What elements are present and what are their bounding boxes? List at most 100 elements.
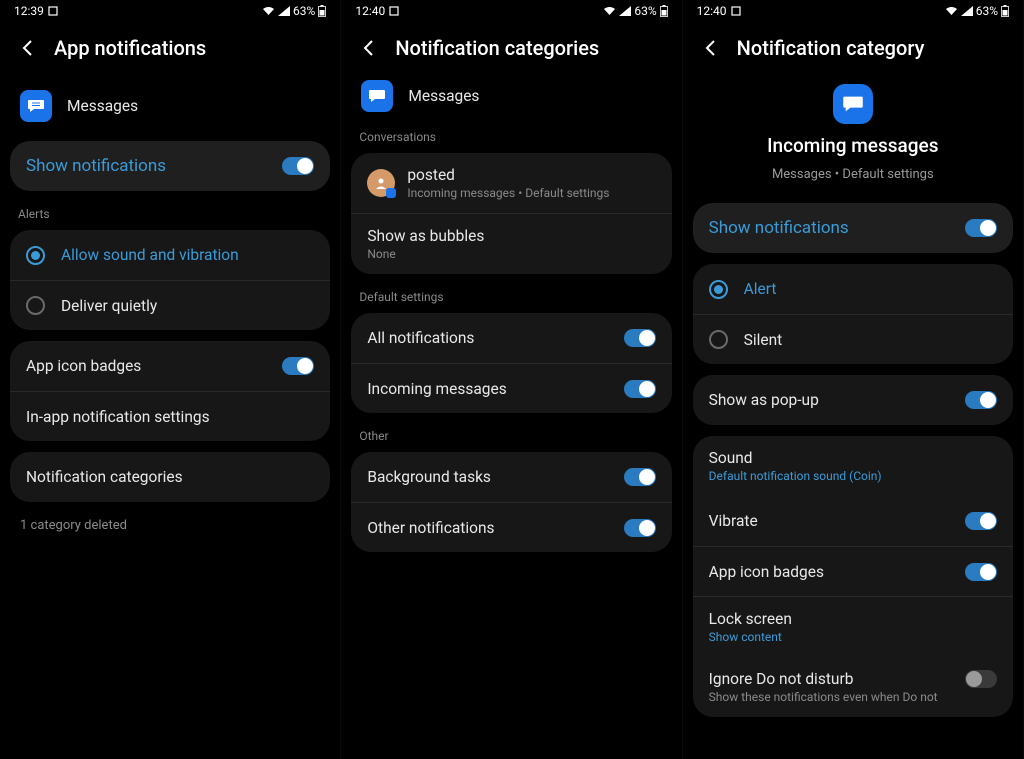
categories-card: Notification categories — [10, 452, 330, 502]
ignore-dnd-sub: Show these notifications even when Do no… — [709, 690, 965, 704]
background-tasks-row[interactable]: Background tasks — [351, 452, 671, 502]
alerts-card: Allow sound and vibration Deliver quietl… — [10, 230, 330, 330]
battery-percent: 63% — [634, 4, 656, 18]
show-bubbles-row[interactable]: Show as bubbles None — [351, 213, 671, 274]
signal-icon — [278, 6, 290, 16]
show-notifications-row[interactable]: Show notifications — [693, 203, 1013, 253]
allow-sound-label: Allow sound and vibration — [61, 246, 314, 264]
header: Notification category — [683, 22, 1023, 66]
wifi-icon — [603, 6, 616, 16]
incoming-messages-toggle[interactable] — [624, 380, 656, 398]
messages-app-icon — [20, 90, 52, 122]
background-tasks-label: Background tasks — [367, 468, 491, 486]
back-icon[interactable] — [359, 38, 379, 58]
show-notifications-toggle[interactable] — [282, 157, 314, 175]
signal-icon — [961, 6, 973, 16]
in-app-settings-label: In-app notification settings — [26, 408, 210, 426]
wifi-icon — [945, 6, 958, 16]
show-notifications-card: Show notifications — [10, 141, 330, 191]
app-icon-badges-row[interactable]: App icon badges — [693, 546, 1013, 596]
other-notifications-toggle[interactable] — [624, 519, 656, 537]
app-icon-badges-toggle[interactable] — [282, 357, 314, 375]
vibrate-toggle[interactable] — [965, 512, 997, 530]
screen-app-notifications: 12:39 63% App notifications Messages Sho… — [0, 0, 341, 759]
wifi-icon — [262, 6, 275, 16]
battery-percent: 63% — [293, 4, 315, 18]
status-bar: 12:39 63% — [0, 0, 340, 22]
signal-icon — [619, 6, 631, 16]
screenshot-icon — [389, 6, 399, 16]
radio-icon[interactable] — [709, 330, 728, 349]
lock-screen-sub: Show content — [709, 630, 997, 644]
show-notifications-toggle[interactable] — [965, 219, 997, 237]
conversations-header: Conversations — [341, 122, 681, 150]
all-notifications-row[interactable]: All notifications — [351, 313, 671, 363]
app-icon-badges-label: App icon badges — [26, 357, 141, 375]
incoming-messages-label: Incoming messages — [367, 380, 506, 398]
vibrate-row[interactable]: Vibrate — [693, 496, 1013, 546]
page-title: Notification categories — [395, 36, 599, 60]
deliver-quietly-label: Deliver quietly — [61, 297, 314, 315]
status-time: 12:40 — [697, 4, 727, 18]
posted-row[interactable]: posted Incoming messages • Default setti… — [351, 153, 671, 213]
silent-label: Silent — [744, 331, 997, 349]
header: Notification categories — [341, 22, 681, 80]
deliver-quietly-row[interactable]: Deliver quietly — [10, 280, 330, 330]
sound-label: Sound — [709, 449, 997, 467]
details-card: Sound Default notification sound (Coin) … — [693, 436, 1013, 717]
allow-sound-row[interactable]: Allow sound and vibration — [10, 230, 330, 280]
screenshot-icon — [731, 6, 741, 16]
battery-percent: 63% — [976, 4, 998, 18]
all-notifications-label: All notifications — [367, 329, 474, 347]
ignore-dnd-toggle[interactable] — [965, 670, 997, 688]
app-name: Messages — [408, 87, 479, 105]
sound-row[interactable]: Sound Default notification sound (Coin) — [693, 436, 1013, 496]
app-icon-badges-row[interactable]: App icon badges — [10, 341, 330, 391]
status-bar: 12:40 63% — [341, 0, 681, 22]
app-header: Messages — [0, 80, 340, 138]
ignore-dnd-label: Ignore Do not disturb — [709, 670, 965, 688]
notification-categories-label: Notification categories — [26, 468, 183, 486]
battery-icon — [1001, 5, 1009, 17]
default-settings-card: All notifications Incoming messages — [351, 313, 671, 413]
notification-categories-row[interactable]: Notification categories — [10, 452, 330, 502]
show-popup-toggle[interactable] — [965, 391, 997, 409]
screen-notification-category: 12:40 63% Notification category Incoming… — [683, 0, 1024, 759]
category-header: Incoming messages Messages • Default set… — [683, 66, 1023, 200]
show-bubbles-sub: None — [367, 247, 395, 261]
alert-row[interactable]: Alert — [693, 264, 1013, 314]
other-card: Background tasks Other notifications — [351, 452, 671, 552]
screenshot-icon — [48, 6, 58, 16]
show-notifications-row[interactable]: Show notifications — [10, 141, 330, 191]
messages-app-icon — [361, 80, 393, 112]
app-icon-badges-label: App icon badges — [709, 563, 824, 581]
battery-icon — [318, 5, 326, 17]
contact-avatar-icon — [367, 169, 395, 197]
silent-row[interactable]: Silent — [693, 314, 1013, 364]
settings-card: App icon badges In-app notification sett… — [10, 341, 330, 441]
other-notifications-row[interactable]: Other notifications — [351, 502, 671, 552]
all-notifications-toggle[interactable] — [624, 329, 656, 347]
category-sub: Messages • Default settings — [772, 167, 934, 182]
show-popup-label: Show as pop-up — [709, 391, 819, 409]
other-notifications-label: Other notifications — [367, 519, 494, 537]
ignore-dnd-row[interactable]: Ignore Do not disturb Show these notific… — [693, 657, 1013, 717]
popup-card: Show as pop-up — [693, 375, 1013, 425]
lock-screen-row[interactable]: Lock screen Show content — [693, 596, 1013, 657]
incoming-messages-row[interactable]: Incoming messages — [351, 363, 671, 413]
show-popup-row[interactable]: Show as pop-up — [693, 375, 1013, 425]
page-title: App notifications — [54, 36, 206, 60]
in-app-settings-row[interactable]: In-app notification settings — [10, 391, 330, 441]
app-icon-badges-toggle[interactable] — [965, 563, 997, 581]
back-icon[interactable] — [701, 38, 721, 58]
app-header: Messages — [341, 80, 681, 122]
messages-app-icon — [833, 84, 873, 124]
radio-selected-icon[interactable] — [26, 246, 45, 265]
radio-icon[interactable] — [26, 296, 45, 315]
back-icon[interactable] — [18, 38, 38, 58]
radio-selected-icon[interactable] — [709, 280, 728, 299]
other-header: Other — [341, 421, 681, 449]
alert-label: Alert — [744, 280, 997, 298]
footer-text: 1 category deleted — [0, 510, 340, 541]
background-tasks-toggle[interactable] — [624, 468, 656, 486]
